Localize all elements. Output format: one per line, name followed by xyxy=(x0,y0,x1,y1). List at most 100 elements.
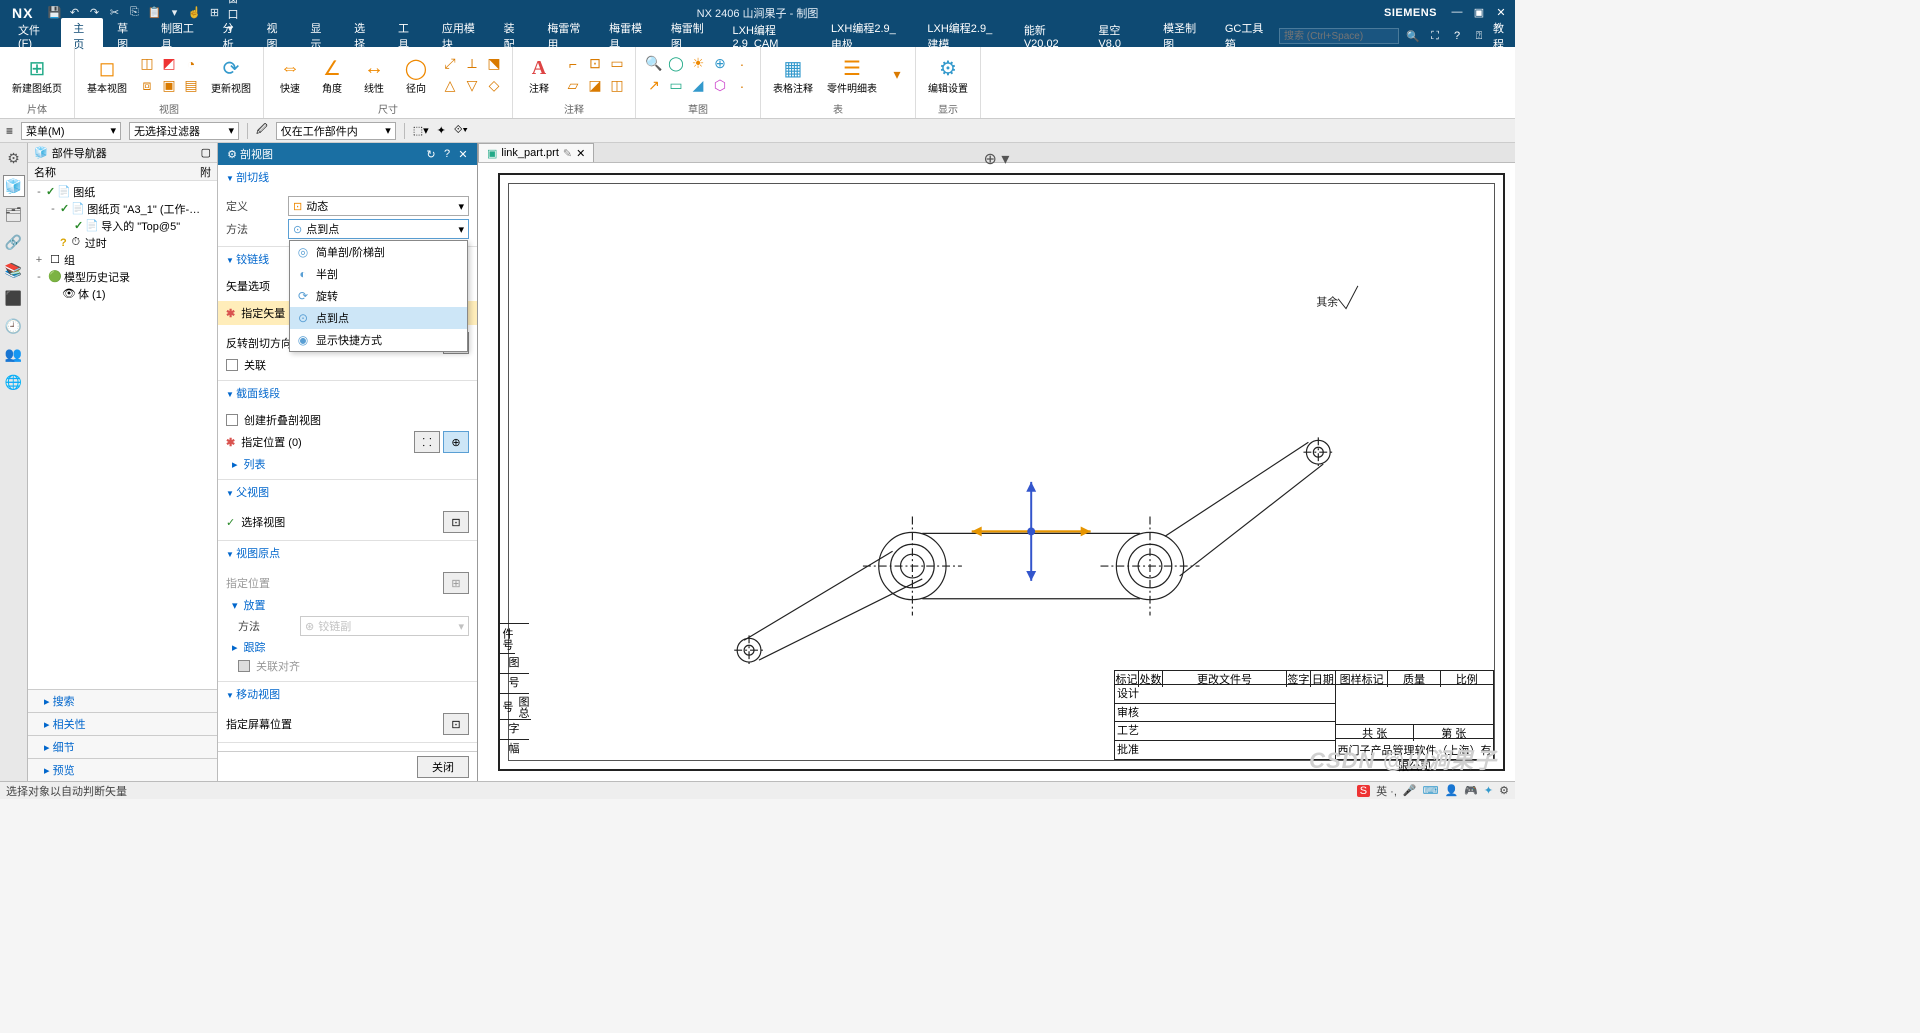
ime-label[interactable]: 英 ·, xyxy=(1376,783,1397,799)
more-icon[interactable]: ▾ xyxy=(167,6,181,20)
radial-dim-button[interactable]: ◯径向 xyxy=(398,52,434,97)
window-icon[interactable]: ⊞ xyxy=(207,6,221,20)
tree-row[interactable]: -✓📄图纸页 "A3_1" (工作-… xyxy=(30,200,215,217)
rb-part-nav-icon[interactable]: 🧊 xyxy=(3,175,25,197)
pin-icon[interactable]: ▢ xyxy=(201,146,211,159)
tree-row[interactable]: +☐组 xyxy=(30,251,215,268)
rb-history-icon[interactable]: 🕘 xyxy=(3,315,25,337)
ime-mic-icon[interactable]: 🎤 xyxy=(1403,784,1417,797)
d3-icon[interactable]: ⬔ xyxy=(484,54,504,74)
list-expander[interactable]: ▸ 列表 xyxy=(226,456,469,472)
n5-icon[interactable]: ◪ xyxy=(585,76,605,96)
method-option[interactable]: ⊙点到点 xyxy=(290,307,467,329)
acc-search[interactable]: ▸ 搜索 xyxy=(28,689,217,712)
paste-icon[interactable]: 📋 xyxy=(147,6,161,20)
assoc-checkbox[interactable] xyxy=(226,359,238,371)
drawing-sheet[interactable]: 其余 标记处数更改文件号签字日期 设计 审核 工艺 批准 图样标记质量比例 xyxy=(498,173,1505,771)
place-expander[interactable]: ▾ 放置 xyxy=(226,597,469,613)
fb1-icon[interactable]: 🖉 xyxy=(256,121,268,140)
n3-icon[interactable]: ▭ xyxy=(607,54,627,74)
tab-xk[interactable]: 星空 V8.0 xyxy=(1086,20,1149,52)
redo-icon[interactable]: ↷ xyxy=(87,6,101,20)
sec-parent[interactable]: 父视图 xyxy=(218,480,477,504)
search-icon[interactable]: 🔍 xyxy=(1405,30,1421,43)
copy-icon[interactable]: ⎘ xyxy=(127,6,141,20)
tb-extra-icon[interactable]: ▾ xyxy=(887,65,907,85)
type-filter[interactable]: 无选择过滤器▾ xyxy=(129,122,239,140)
menu-icon[interactable]: ≡ xyxy=(6,124,13,138)
save-icon[interactable]: 💾 xyxy=(47,6,61,20)
dialog-gear-icon[interactable]: ⚙ xyxy=(224,148,240,161)
sec-move[interactable]: 移动视图 xyxy=(218,682,477,706)
method-option[interactable]: ◉显示快捷方式 xyxy=(290,329,467,351)
definition-dropdown[interactable]: ⊡动态▾ xyxy=(288,196,469,216)
sec-segment[interactable]: 截面线段 xyxy=(218,381,477,405)
detail-view-icon[interactable]: ◔ xyxy=(181,54,201,74)
sk8-icon[interactable]: ◢ xyxy=(688,76,708,96)
sk2-icon[interactable]: ◯ xyxy=(666,54,686,74)
edit-settings-button[interactable]: ⚙编辑设置 xyxy=(924,52,972,97)
tab-ms[interactable]: 模圣制图 xyxy=(1151,18,1211,54)
tree-row[interactable]: ?⏱过时 xyxy=(30,234,215,251)
graphics-area[interactable]: ▣link_part.prt✎✕ ⊕ ▾ xyxy=(478,143,1515,781)
sk1-icon[interactable]: 🔍 xyxy=(644,54,664,74)
n2-icon[interactable]: ⊡ xyxy=(585,54,605,74)
select-view-button[interactable]: ⊡ xyxy=(443,511,469,533)
fb2-icon[interactable]: ⬚▾ xyxy=(413,124,429,137)
section-view-icon[interactable]: ◩ xyxy=(159,54,179,74)
help-icon[interactable]: ? xyxy=(1449,30,1465,42)
orient-csys-icon[interactable]: ⊕ ▾ xyxy=(984,149,1010,169)
ime-st2-icon[interactable]: 🎮 xyxy=(1464,784,1478,797)
window-dd-icon[interactable]: 窗口▾ xyxy=(227,6,241,20)
rapid-dim-button[interactable]: ⇔快速 xyxy=(272,52,308,97)
break-view-icon[interactable]: ⧈ xyxy=(137,76,157,96)
track-expander[interactable]: ▸ 跟踪 xyxy=(226,639,469,655)
doc-tab-active[interactable]: ▣link_part.prt✎✕ xyxy=(478,143,594,162)
rb-hd3d-icon[interactable]: ⬛ xyxy=(3,287,25,309)
menu-dropdown[interactable]: 菜单(M)▾ xyxy=(21,122,121,140)
acc-detail[interactable]: ▸ 细节 xyxy=(28,735,217,758)
loc-point-button[interactable]: ⊕ xyxy=(443,431,469,453)
method-option[interactable]: ◎简单剖/阶梯剖 xyxy=(290,241,467,263)
d2-icon[interactable]: ⟂ xyxy=(462,54,482,74)
note-button[interactable]: A注释 xyxy=(521,52,557,97)
sk10-icon[interactable]: · xyxy=(732,76,752,96)
table-note-button[interactable]: ▦表格注释 xyxy=(769,52,817,97)
tree-row[interactable]: ✓📄导入的 "Top@5" xyxy=(30,217,215,234)
fullscreen-icon[interactable]: ⛶ xyxy=(1427,30,1443,43)
col-name[interactable]: 名称 xyxy=(34,164,56,180)
close-icon[interactable]: ✕ xyxy=(1491,6,1511,19)
tab-gc[interactable]: GC工具箱 xyxy=(1213,18,1277,54)
d5-icon[interactable]: ▽ xyxy=(462,76,482,96)
sk7-icon[interactable]: ▭ xyxy=(666,76,686,96)
sk9-icon[interactable]: ⬡ xyxy=(710,76,730,96)
linear-dim-button[interactable]: ↔线性 xyxy=(356,52,392,97)
sk4-icon[interactable]: ⊕ xyxy=(710,54,730,74)
method-option[interactable]: ◐半剖 xyxy=(290,263,467,285)
sec-origin[interactable]: 视图原点 xyxy=(218,541,477,565)
sk6-icon[interactable]: ↗ xyxy=(644,76,664,96)
method-option[interactable]: ⟳旋转 xyxy=(290,285,467,307)
new-sheet-button[interactable]: ⊞新建图纸页 xyxy=(8,52,66,97)
dialog-reset-icon[interactable]: ↻ xyxy=(423,148,439,161)
tutorial-label[interactable]: 教程 xyxy=(1493,20,1509,52)
angle-dim-button[interactable]: ∠角度 xyxy=(314,52,350,97)
tree-row[interactable]: -🟢模型历史记录 xyxy=(30,268,215,285)
minimize-icon[interactable]: — xyxy=(1447,6,1467,19)
tree-row[interactable]: -✓📄图纸 xyxy=(30,183,215,200)
fb4-icon[interactable]: ⟐▾ xyxy=(454,124,468,137)
fold-checkbox[interactable] xyxy=(226,414,238,426)
rb-web-icon[interactable]: 🌐 xyxy=(3,371,25,393)
loc-pick-button[interactable]: ⸬ xyxy=(414,431,440,453)
close-button[interactable]: 关闭 xyxy=(417,756,469,778)
nav-tree[interactable]: -✓📄图纸-✓📄图纸页 "A3_1" (工作-…✓📄导入的 "Top@5"?⏱过… xyxy=(28,181,217,437)
rb-constraint-icon[interactable]: 🔗 xyxy=(3,231,25,253)
undo-icon[interactable]: ↶ xyxy=(67,6,81,20)
restore-icon[interactable]: ▣ xyxy=(1469,6,1489,19)
method-dropdown[interactable]: ⊙点到点▾ ◎简单剖/阶梯剖◐半剖⟳旋转⊙点到点◉显示快捷方式 xyxy=(288,219,469,239)
ime-st3-icon[interactable]: ✦ xyxy=(1484,784,1493,797)
tree-row[interactable]: 👁体 (1) xyxy=(30,285,215,302)
update-view-button[interactable]: ⟳更新视图 xyxy=(207,52,255,97)
sk5-icon[interactable]: · xyxy=(732,54,752,74)
acc-preview[interactable]: ▸ 预览 xyxy=(28,758,217,781)
